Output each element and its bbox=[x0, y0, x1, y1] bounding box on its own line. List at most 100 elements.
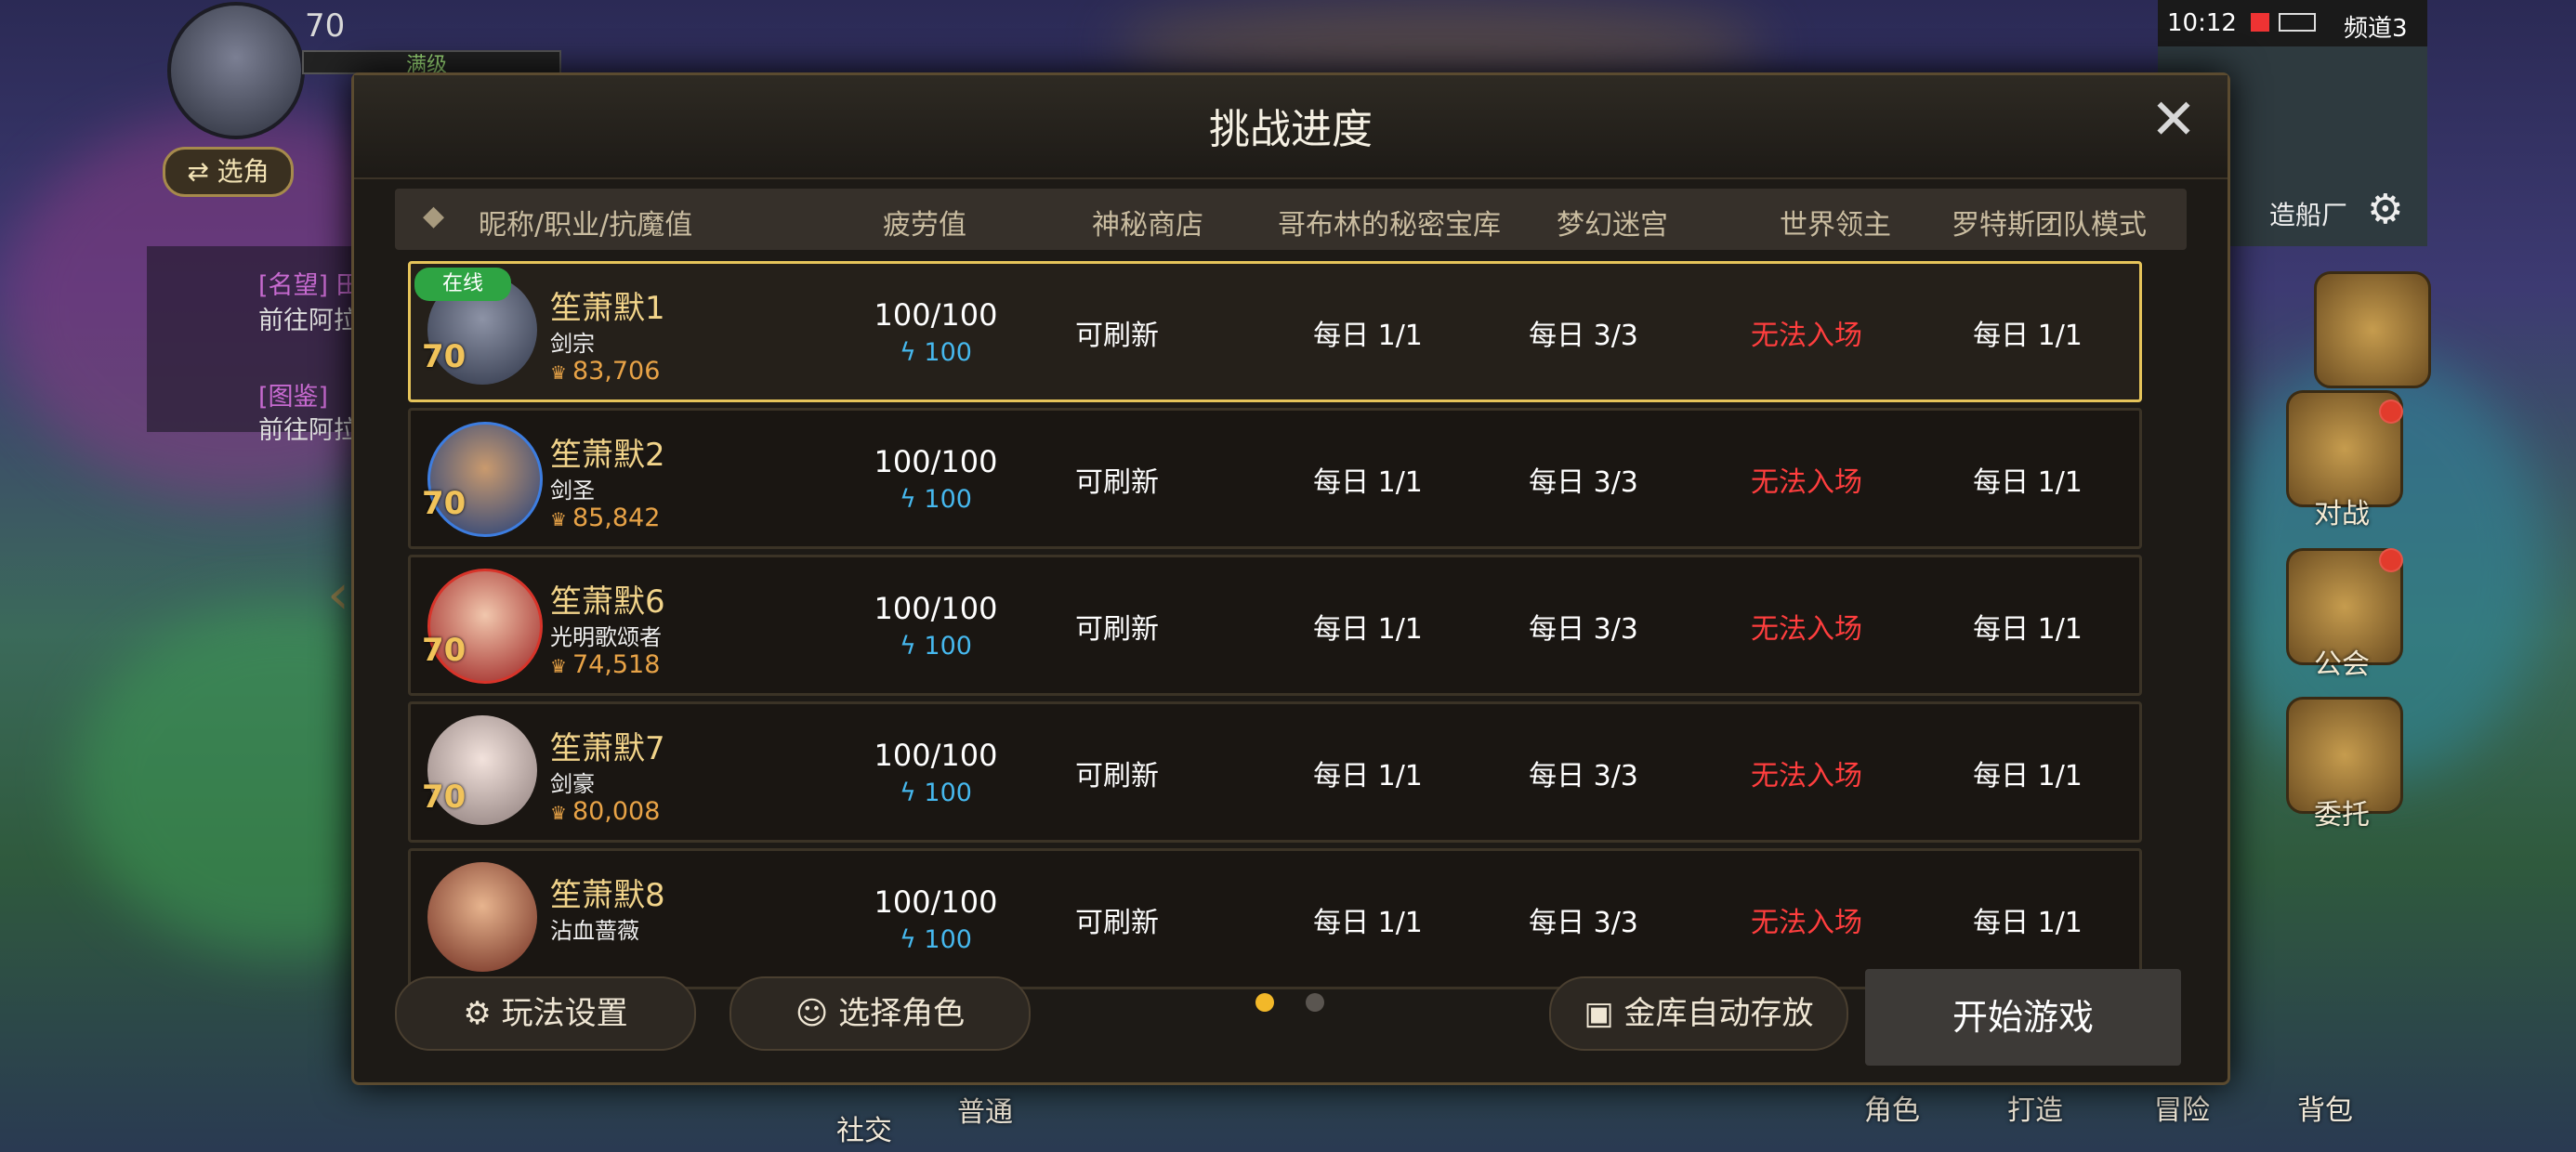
lightning-icon: ϟ bbox=[900, 485, 925, 514]
fatigue-bonus: ϟ 100 bbox=[843, 779, 1029, 807]
vault-icon: ▣ bbox=[1584, 995, 1624, 1032]
goblin-status: 每日 1/1 bbox=[1313, 760, 1423, 792]
col-shop: 神秘商店 bbox=[1092, 209, 1203, 242]
character-level: 70 bbox=[422, 632, 467, 669]
raid-status: 每日 1/1 bbox=[1973, 760, 2083, 792]
table-row[interactable]: 70 笙萧默7 剑豪 ♛ 80,008 100/100 ϟ 100 可刷新 每日 … bbox=[408, 701, 2142, 843]
dialog-header: 挑战进度 ✕ bbox=[354, 75, 2228, 179]
fatigue-bonus-value: 100 bbox=[924, 338, 972, 367]
page-dot-active[interactable] bbox=[1255, 993, 1274, 1012]
character-avatar bbox=[427, 862, 537, 972]
lightning-icon: ϟ bbox=[900, 338, 925, 367]
quest-desc-2: 前往阿拉 bbox=[258, 416, 359, 445]
col-fatigue: 疲劳值 bbox=[883, 209, 966, 242]
fatigue-value: 100/100 bbox=[874, 738, 998, 773]
character-power: ♛ 74,518 bbox=[550, 650, 660, 679]
auto-store-button[interactable]: ▣ 金库自动存放 bbox=[1549, 976, 1848, 1051]
maze-status: 每日 3/3 bbox=[1529, 760, 1638, 792]
character-power: ♛ 85,842 bbox=[550, 504, 660, 532]
character-level: 70 bbox=[422, 338, 467, 375]
play-settings-button[interactable]: ⚙ 玩法设置 bbox=[395, 976, 696, 1051]
character-name: 笙萧默7 bbox=[550, 730, 665, 767]
maze-status: 每日 3/3 bbox=[1529, 320, 1638, 352]
character-level: 70 bbox=[422, 485, 467, 522]
gear-icon[interactable]: ⚙ bbox=[2367, 186, 2403, 233]
character-power: ♛ 83,706 bbox=[550, 357, 660, 386]
shop-status: 可刷新 bbox=[1075, 320, 1159, 352]
goblin-status: 每日 1/1 bbox=[1313, 907, 1423, 939]
minimap-location: 造船厂 bbox=[2269, 200, 2348, 230]
fatigue-bonus-value: 100 bbox=[924, 485, 972, 514]
power-value: 74,518 bbox=[572, 650, 661, 679]
close-icon[interactable]: ✕ bbox=[2146, 92, 2201, 150]
table-row[interactable]: 70 笙萧默2 剑圣 ♛ 85,842 100/100 ϟ 100 可刷新 每日 … bbox=[408, 408, 2142, 549]
channel-label: 频道3 bbox=[2344, 15, 2408, 43]
nav-character[interactable]: 角色 bbox=[1864, 1087, 1920, 1128]
world-boss-status: 无法入场 bbox=[1751, 760, 1862, 792]
fatigue-bonus-value: 100 bbox=[924, 632, 972, 661]
select-character-button[interactable]: ☺ 选择角色 bbox=[729, 976, 1031, 1051]
nav-adventure[interactable]: 冒险 bbox=[2154, 1087, 2210, 1128]
sort-icon[interactable]: ◆ bbox=[423, 200, 444, 232]
side-label-guild: 公会 bbox=[2314, 648, 2370, 681]
col-goblin: 哥布林的秘密宝库 bbox=[1278, 209, 1501, 242]
shop-status: 可刷新 bbox=[1075, 613, 1159, 646]
raid-status: 每日 1/1 bbox=[1973, 466, 2083, 499]
nav-normal[interactable]: 普通 bbox=[957, 1089, 1013, 1130]
side-label-battle: 对战 bbox=[2314, 498, 2370, 530]
goblin-status: 每日 1/1 bbox=[1313, 613, 1423, 646]
raid-status: 每日 1/1 bbox=[1973, 613, 2083, 646]
switch-character-button[interactable]: ⇄ 选角 bbox=[163, 147, 294, 197]
quest-title-1: [名望] 田 bbox=[258, 271, 361, 300]
fatigue-bonus: ϟ 100 bbox=[843, 632, 1029, 661]
power-icon: ♛ bbox=[550, 655, 567, 677]
fatigue-bonus: ϟ 100 bbox=[843, 925, 1029, 954]
raid-status: 每日 1/1 bbox=[1973, 320, 2083, 352]
lightning-icon: ϟ bbox=[900, 632, 925, 661]
power-value: 83,706 bbox=[572, 357, 661, 386]
quest-desc-1: 前往阿拉 bbox=[258, 307, 359, 335]
maze-status: 每日 3/3 bbox=[1529, 613, 1638, 646]
page-dot[interactable] bbox=[1306, 993, 1324, 1012]
battery-icon bbox=[2279, 13, 2316, 32]
world-boss-status: 无法入场 bbox=[1751, 466, 1862, 499]
character-list: 在线 70 笙萧默1 剑宗 ♛ 83,706 100/100 ϟ 100 可刷新 … bbox=[395, 261, 2188, 1017]
auto-store-label: 金库自动存放 bbox=[1623, 995, 1814, 1032]
shop-status: 可刷新 bbox=[1075, 907, 1159, 939]
power-icon: ♛ bbox=[550, 802, 567, 824]
power-value: 80,008 bbox=[572, 797, 661, 826]
nav-social[interactable]: 社交 bbox=[836, 1107, 892, 1148]
fatigue-value: 100/100 bbox=[874, 591, 998, 626]
character-name: 笙萧默1 bbox=[550, 290, 665, 327]
treasure-chest-icon[interactable] bbox=[2314, 271, 2431, 388]
player-avatar[interactable] bbox=[167, 2, 305, 139]
shop-status: 可刷新 bbox=[1075, 466, 1159, 499]
side-label-commission: 委托 bbox=[2314, 799, 2370, 831]
quest-tracker[interactable]: [名望] 田 前往阿拉 [图鉴] 前往阿拉 bbox=[147, 246, 370, 445]
table-row[interactable]: 在线 70 笙萧默1 剑宗 ♛ 83,706 100/100 ϟ 100 可刷新 … bbox=[408, 261, 2142, 402]
quest-title-2: [图鉴] bbox=[258, 383, 329, 412]
lightning-icon: ϟ bbox=[900, 779, 925, 807]
clock: 10:12 bbox=[2167, 9, 2237, 37]
fatigue-bonus-value: 100 bbox=[924, 779, 972, 807]
fatigue-value: 100/100 bbox=[874, 884, 998, 920]
shop-status: 可刷新 bbox=[1075, 760, 1159, 792]
col-name: 昵称/职业/抗魔值 bbox=[479, 209, 693, 242]
character-job: 沾血蔷薇 bbox=[550, 918, 639, 944]
nav-craft[interactable]: 打造 bbox=[2007, 1087, 2063, 1128]
challenge-progress-dialog: 挑战进度 ✕ ◆ 昵称/职业/抗魔值 疲劳值 神秘商店 哥布林的秘密宝库 梦幻迷… bbox=[351, 72, 2230, 1085]
character-job: 剑圣 bbox=[550, 478, 595, 504]
select-character-label: 选择角色 bbox=[838, 995, 966, 1032]
table-row[interactable]: 70 笙萧默6 光明歌颂者 ♛ 74,518 100/100 ϟ 100 可刷新 … bbox=[408, 555, 2142, 696]
notification-dot bbox=[2379, 548, 2403, 572]
xp-bar: 满级 bbox=[302, 50, 561, 77]
character-power: ♛ 80,008 bbox=[550, 797, 660, 826]
status-bar: 10:12 频道3 bbox=[2158, 0, 2427, 46]
nav-bag[interactable]: 背包 bbox=[2297, 1087, 2353, 1128]
start-game-button[interactable]: 开始游戏 bbox=[1865, 969, 2181, 1066]
character-job: 剑宗 bbox=[550, 331, 595, 357]
character-name: 笙萧默2 bbox=[550, 437, 665, 474]
power-icon: ♛ bbox=[550, 508, 567, 530]
chevron-left-icon[interactable]: ‹ bbox=[327, 562, 349, 627]
fatigue-value: 100/100 bbox=[874, 444, 998, 479]
